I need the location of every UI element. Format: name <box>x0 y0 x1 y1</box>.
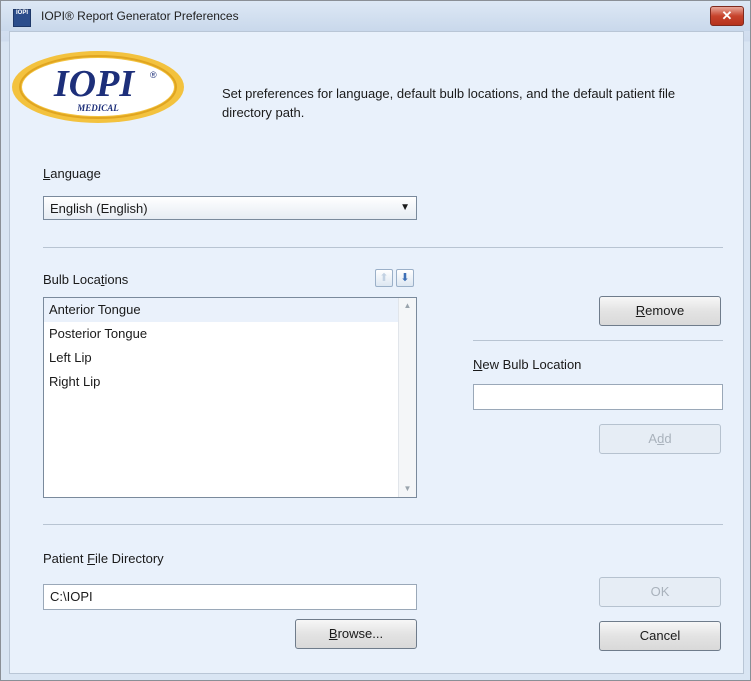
dialog-body: IOPI ® MEDICAL Set preferences for langu… <box>9 31 744 674</box>
language-label: Language <box>43 166 101 181</box>
list-item[interactable]: Right Lip <box>44 370 416 394</box>
arrow-down-icon: ⬇ <box>400 272 410 284</box>
scroll-down-icon[interactable]: ▼ <box>399 481 416 497</box>
list-scrollbar[interactable]: ▲ ▼ <box>398 298 416 497</box>
preferences-window: IOPI IOPI® Report Generator Preferences … <box>0 0 751 681</box>
title-bar[interactable]: IOPI IOPI® Report Generator Preferences … <box>1 1 750 31</box>
dropdown-arrow-icon: ▼ <box>400 202 410 213</box>
patient-file-directory-input[interactable]: C:\IOPI <box>43 584 417 610</box>
cancel-button[interactable]: Cancel <box>599 621 721 651</box>
divider-right <box>473 340 723 341</box>
list-item[interactable]: Anterior Tongue <box>44 298 416 322</box>
arrow-up-icon: ⬆ <box>379 272 389 284</box>
logo-text: IOPI <box>53 63 135 105</box>
close-button[interactable]: ✕ <box>710 6 744 26</box>
new-bulb-location-label: New Bulb Location <box>473 357 582 372</box>
move-up-button[interactable]: ⬆ <box>375 269 393 287</box>
divider-bottom <box>43 524 723 525</box>
bulb-locations-label: Bulb Locations <box>43 272 129 287</box>
window-title: IOPI® Report Generator Preferences <box>41 9 239 23</box>
add-button[interactable]: Add <box>599 424 721 454</box>
logo-registered: ® <box>150 70 157 80</box>
logo-subtext: MEDICAL <box>76 103 119 113</box>
ok-button[interactable]: OK <box>599 577 721 607</box>
iopi-medical-logo: IOPI ® MEDICAL <box>12 51 184 123</box>
patient-file-directory-label: Patient File Directory <box>43 551 164 566</box>
browse-button[interactable]: Browse... <box>295 619 417 649</box>
divider-top <box>43 247 723 248</box>
list-item[interactable]: Posterior Tongue <box>44 322 416 346</box>
list-item[interactable]: Left Lip <box>44 346 416 370</box>
move-down-button[interactable]: ⬇ <box>396 269 414 287</box>
language-selected-value: English (English) <box>50 201 148 216</box>
app-icon: IOPI <box>13 9 31 27</box>
scroll-up-icon[interactable]: ▲ <box>399 298 416 314</box>
new-bulb-location-input[interactable] <box>473 384 723 410</box>
language-dropdown[interactable]: English (English) ▼ <box>43 196 417 220</box>
description-text: Set preferences for language, default bu… <box>222 86 676 120</box>
remove-button[interactable]: Remove <box>599 296 721 326</box>
bulb-locations-list[interactable]: Anterior Tongue Posterior Tongue Left Li… <box>43 297 417 498</box>
